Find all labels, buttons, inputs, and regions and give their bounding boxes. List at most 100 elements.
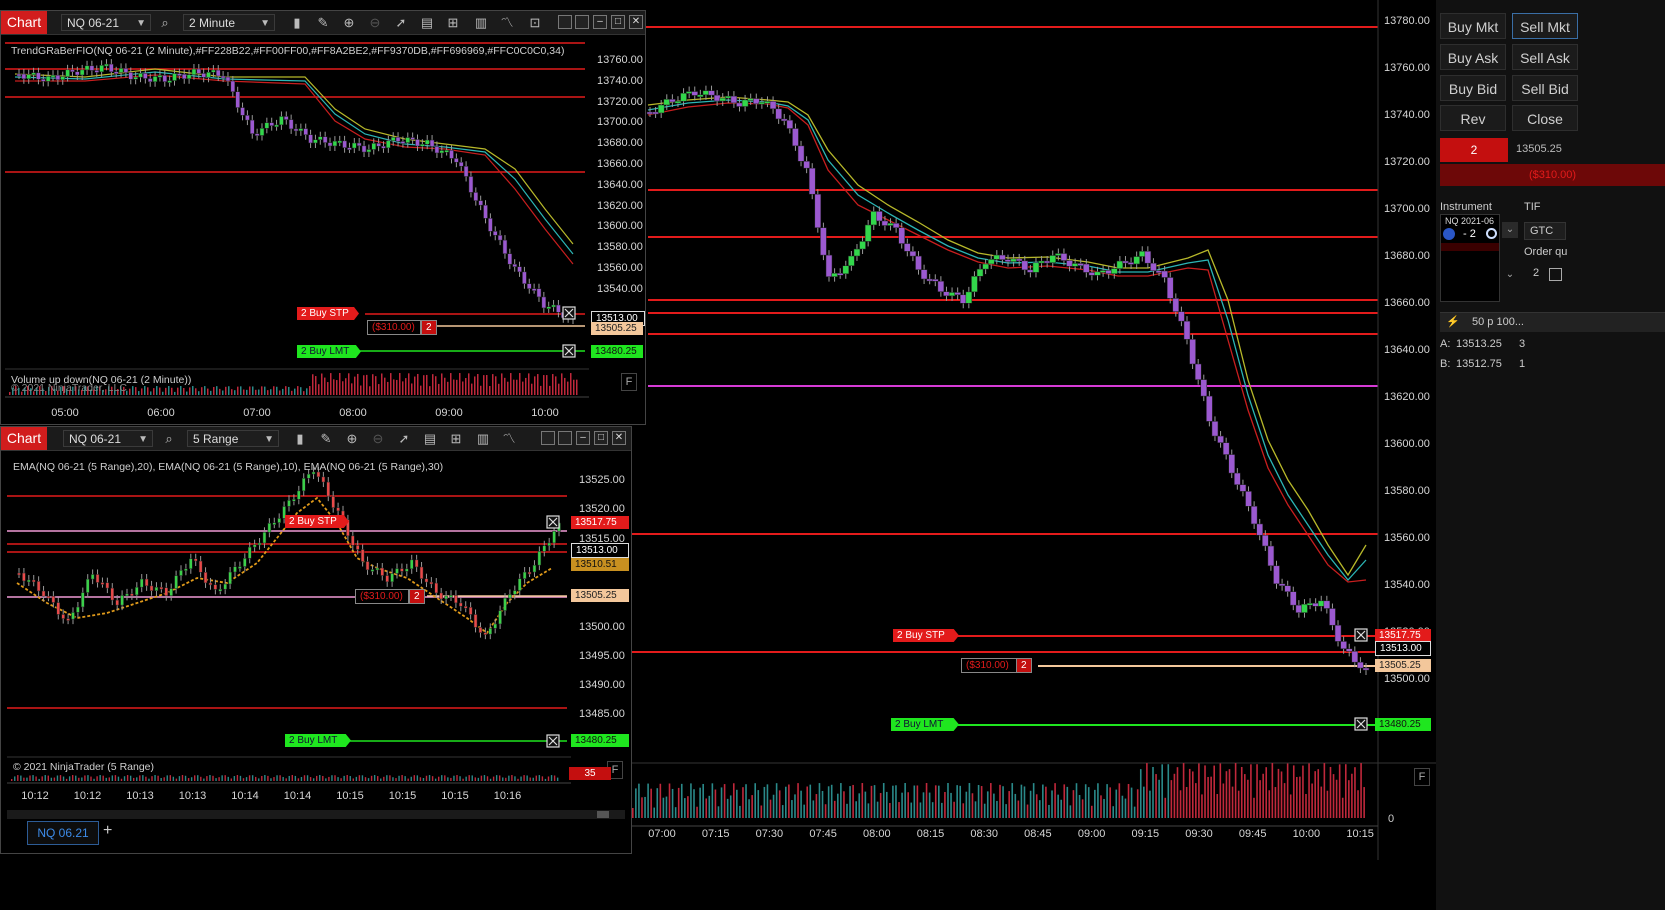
buy-stop-tag-2min[interactable]: 2 Buy STP	[297, 307, 359, 320]
maximize-icon[interactable]: □	[594, 431, 608, 445]
scrollbar-thumb[interactable]	[597, 811, 609, 818]
volume-bar	[154, 775, 156, 781]
volume-bar	[806, 786, 809, 818]
volume-bar	[237, 386, 239, 395]
time-axis-5range[interactable]: 10:12 10:12 10:13 10:13 10:14 10:14 10:15 10:15…	[7, 790, 571, 806]
main-candle	[987, 259, 995, 265]
candle	[157, 75, 163, 78]
interval-select-5range[interactable]: 5 Range ▼	[187, 430, 279, 447]
search-icon[interactable]: ⌕	[157, 15, 173, 30]
add-tab-button[interactable]: +	[103, 821, 117, 841]
main-buy-limit-tag[interactable]: 2 Buy LMT	[891, 718, 959, 731]
volume-bar	[459, 373, 461, 395]
instrument-select-5range[interactable]: NQ 06-21 ▼	[63, 430, 153, 447]
buy-limit-tag-2min[interactable]: 2 Buy LMT	[297, 345, 361, 358]
instrument-dropdown-icon[interactable]: ⌄	[1502, 222, 1518, 238]
order-qty-field[interactable]: 2	[1533, 267, 1539, 279]
layout-2-icon[interactable]	[575, 15, 589, 29]
drawing-tool-icon[interactable]: ✎	[318, 431, 334, 446]
main-candle	[702, 90, 710, 96]
volume-bar	[72, 775, 74, 781]
drawing-tool-icon[interactable]: ✎	[315, 15, 331, 30]
close-icon[interactable]: ✕	[629, 15, 643, 29]
volume-bar	[726, 798, 729, 818]
strategies-icon[interactable]: 〽	[499, 15, 515, 30]
f-button-2min[interactable]: F	[621, 373, 637, 391]
properties-icon[interactable]: ⊡	[527, 15, 543, 30]
layout-2-icon[interactable]	[558, 431, 572, 445]
time-axis-2min[interactable]: 05:00 06:00 07:00 08:00 09:00 10:00	[5, 407, 589, 423]
horizontal-scrollbar[interactable]	[7, 810, 625, 819]
buy-market-button[interactable]: Buy Mkt	[1440, 13, 1506, 39]
zoom-out-icon[interactable]: ⊖	[367, 15, 383, 30]
time-tick-label: 10:14	[283, 790, 312, 802]
sell-bid-button[interactable]: Sell Bid	[1512, 75, 1578, 101]
close-icon[interactable]: ✕	[612, 431, 626, 445]
chart-tab-2min[interactable]: Chart	[1, 11, 47, 34]
reverse-button[interactable]: Rev	[1440, 105, 1506, 131]
pnl-tag-5range: ($310.00)	[355, 589, 409, 604]
sell-market-button[interactable]: Sell Mkt	[1512, 13, 1578, 39]
main-time-axis[interactable]: 07:00 07:15 07:30 07:45 08:00 08:15 08:30 08:45…	[628, 828, 1378, 858]
buy-limit-tag-5range[interactable]: 2 Buy LMT	[285, 734, 351, 747]
tif-select[interactable]: GTC	[1524, 222, 1566, 240]
price-tick-label: 13720.00	[597, 95, 643, 108]
minimize-icon[interactable]: –	[593, 15, 607, 29]
calculator-icon[interactable]	[1549, 268, 1562, 281]
pointer-icon[interactable]: ➚	[396, 431, 412, 446]
volume-bar	[26, 777, 28, 781]
candle	[55, 74, 61, 81]
buy-ask-button[interactable]: Buy Ask	[1440, 44, 1506, 70]
instrument-tab[interactable]: NQ 06.21	[27, 821, 99, 845]
pointer-icon[interactable]: ➚	[393, 15, 409, 30]
zoom-in-icon[interactable]: ⊕	[344, 431, 360, 446]
volume-bar	[300, 776, 303, 781]
volume-bar	[1188, 768, 1191, 818]
buy-stop-tag-5range[interactable]: 2 Buy STP	[285, 515, 349, 528]
main-f-button[interactable]: F	[1414, 768, 1430, 786]
volume-bar	[366, 374, 368, 395]
layout-icon[interactable]	[541, 431, 555, 445]
bar-type-icon[interactable]: ▮	[289, 15, 305, 30]
main-chart-canvas[interactable]	[628, 0, 1436, 860]
volume-bar	[486, 776, 489, 781]
volume-bar	[300, 387, 302, 395]
zoom-in-icon[interactable]: ⊕	[341, 15, 357, 30]
ask-price: 13513.25	[1456, 338, 1502, 350]
strategies-icon[interactable]: 〽	[501, 431, 517, 446]
settings-gear-icon[interactable]	[1486, 228, 1497, 239]
volume-bar	[550, 775, 553, 781]
volume-bar	[1231, 786, 1234, 818]
price-axis-5range[interactable]: 13525.0013520.0013515.0013510.0013505.00…	[575, 453, 631, 753]
qty-dropdown-icon[interactable]: ⌄	[1502, 267, 1518, 283]
buy-bid-button[interactable]: Buy Bid	[1440, 75, 1506, 101]
search-icon[interactable]: ⌕	[161, 431, 177, 446]
main-buy-stop-tag[interactable]: 2 Buy STP	[893, 629, 959, 642]
sell-ask-button[interactable]: Sell Ask	[1512, 44, 1578, 70]
chart-tab-5range[interactable]: Chart	[1, 427, 47, 450]
bar-type-icon[interactable]: ▮	[292, 431, 308, 446]
volume-bar	[414, 376, 416, 395]
volume-bar	[1360, 763, 1362, 818]
indicators-icon[interactable]: ▥	[475, 431, 491, 446]
interval-select-2min[interactable]: 2 Minute ▼	[183, 14, 275, 31]
atm-strategy-select[interactable]: ⚡ 50 p 100...	[1440, 312, 1665, 332]
price-tick-label: 13485.00	[579, 708, 625, 721]
maximize-icon[interactable]: □	[611, 15, 625, 29]
data-box-icon[interactable]: ▤	[419, 15, 435, 30]
instrument-selector[interactable]: NQ 2021-06 - 2	[1440, 214, 1500, 302]
instrument-select-2min[interactable]: NQ 06-21 ▼	[61, 14, 151, 31]
close-position-button[interactable]: Close	[1512, 105, 1578, 131]
layout-icon[interactable]	[558, 15, 572, 29]
data-box-icon[interactable]: ▤	[422, 431, 438, 446]
crosshair-icon[interactable]: ⊞	[445, 15, 461, 30]
crosshair-icon[interactable]: ⊞	[448, 431, 464, 446]
minimize-icon[interactable]: –	[576, 431, 590, 445]
indicators-icon[interactable]: ▥	[473, 15, 489, 30]
volume-bar	[206, 776, 208, 781]
main-candle	[646, 111, 654, 115]
volume-bar	[843, 791, 845, 818]
chart-toolbar-2min: Chart NQ 06-21 ▼ ⌕ 2 Minute ▼ ▮ ✎ ⊕ ⊖ ➚ ▤ …	[1, 11, 645, 35]
volume-bar	[157, 775, 159, 781]
zoom-out-icon[interactable]: ⊖	[370, 431, 386, 446]
